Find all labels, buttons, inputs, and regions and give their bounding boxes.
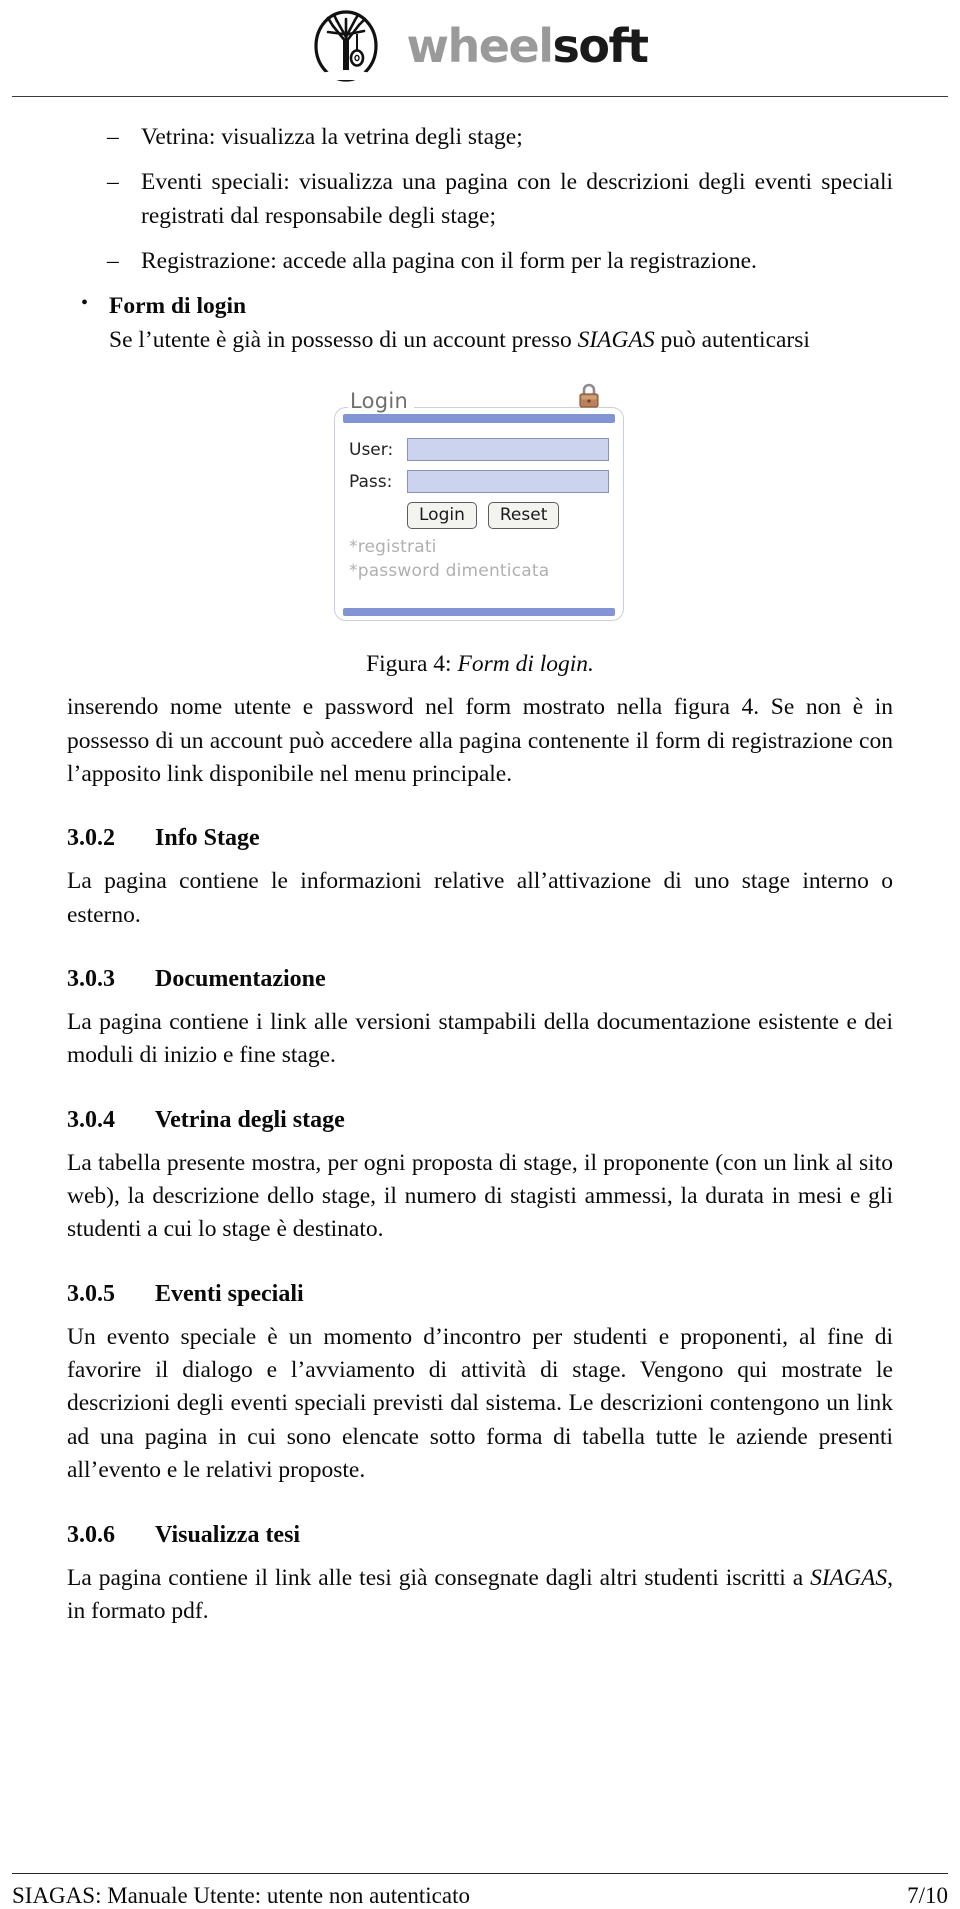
logo-wordmark: wheel soft <box>406 19 649 73</box>
login-accent-bar-top <box>343 414 615 424</box>
list-item: Eventi speciali: visualizza una pagina c… <box>107 166 893 233</box>
login-form-box: User: Pass: Login Reset *registrati *pas… <box>334 407 624 622</box>
user-label: User: <box>349 439 394 460</box>
section-number: 3.0.3 <box>67 965 115 992</box>
register-link[interactable]: *registrati <box>349 537 609 557</box>
section-body-3-0-4: La tabella presente mostra, per ogni pro… <box>67 1149 893 1243</box>
footer-document-title: SIAGAS: Manuale Utente: utente non auten… <box>12 1883 470 1908</box>
section-title: Eventi speciali <box>155 1280 304 1307</box>
pass-row: Pass: <box>349 470 609 494</box>
section-heading-3-0-5: 3.0.5 Eventi speciali <box>67 1281 893 1308</box>
section-body-3-0-6: La pagina contiene il link alle tesi già… <box>67 1562 893 1629</box>
forgot-password-link[interactable]: *password dimenticata <box>349 561 609 581</box>
login-button[interactable]: Login <box>407 502 477 530</box>
intro-dash-list: Vetrina: visualizza la vetrina degli sta… <box>67 121 893 279</box>
section-title: Vetrina degli stage <box>155 1106 345 1133</box>
figure-caption-prefix: Figura 4: <box>366 651 452 678</box>
pass-label: Pass: <box>349 471 393 492</box>
section-number: 3.0.6 <box>67 1521 115 1548</box>
login-accent-bar-bottom <box>343 608 615 617</box>
after-figure-paragraph: inserendo nome utente e password nel for… <box>67 694 893 787</box>
list-item: Registrazione: accede alla pagina con il… <box>107 245 893 279</box>
padlock-icon <box>576 381 602 411</box>
login-form-rows: User: Pass: Login Reset *registrati *pas… <box>335 438 623 581</box>
footer-row: SIAGAS: Manuale Utente: utente non auten… <box>12 1874 948 1909</box>
reset-button[interactable]: Reset <box>487 502 560 530</box>
section-number: 3.0.2 <box>67 825 115 852</box>
page-content: Vetrina: visualizza la vetrina degli sta… <box>67 97 893 1628</box>
form-login-bullet-list: Form di login Se l’utente è già in posse… <box>67 289 893 357</box>
logo-word-wheel: wheel <box>406 19 554 73</box>
siagas-term: SIAGAS <box>810 1564 888 1591</box>
login-form-screenshot: Login User: Pass: Login Reset *registrat… <box>334 383 626 625</box>
section-title: Visualizza tesi <box>155 1521 301 1548</box>
section-number: 3.0.5 <box>67 1280 115 1307</box>
figure-caption-title: Form di login. <box>457 651 594 678</box>
section-body-3-0-5: Un evento speciale è un momento d’incont… <box>67 1323 893 1484</box>
list-item: Form di login Se l’utente è già in posse… <box>81 289 893 357</box>
section-body-3-0-3: La pagina contiene i link alle versioni … <box>67 1008 893 1069</box>
figure-login-form: Login User: Pass: Login Reset *registrat… <box>67 383 893 678</box>
footer-page-number: 7/10 <box>907 1883 948 1908</box>
section-body-3-0-2: La pagina contiene le informazioni relat… <box>67 868 893 928</box>
logo-word-soft: soft <box>552 19 648 73</box>
section-title: Documentazione <box>155 965 326 992</box>
pass-input[interactable] <box>407 470 609 494</box>
form-login-text-after: può autenticarsi <box>654 326 810 353</box>
section-body-before-italic: La pagina contiene il link alle tesi già… <box>67 1564 811 1591</box>
login-form-buttons: Login Reset <box>349 502 609 530</box>
section-heading-3-0-2: 3.0.2 Info Stage <box>67 825 893 852</box>
section-heading-3-0-6: 3.0.6 Visualizza tesi <box>67 1522 893 1549</box>
login-form-title: Login <box>348 389 415 414</box>
list-item: Vetrina: visualizza la vetrina degli sta… <box>107 121 893 155</box>
page-header: wheel soft <box>0 0 960 84</box>
document-page: wheelsoft Vetrina: visualizza la vetrina… <box>0 0 960 1909</box>
siagas-term: SIAGAS <box>577 326 655 353</box>
tree-with-tire-swing-logo <box>313 10 379 82</box>
user-input[interactable] <box>407 438 609 462</box>
section-number: 3.0.4 <box>67 1106 115 1133</box>
form-login-heading: Form di login <box>109 293 247 320</box>
section-title: Info Stage <box>155 825 260 852</box>
section-heading-3-0-3: 3.0.3 Documentazione <box>67 966 893 993</box>
user-row: User: <box>349 438 609 462</box>
section-heading-3-0-4: 3.0.4 Vetrina degli stage <box>67 1107 893 1134</box>
page-footer: SIAGAS: Manuale Utente: utente non auten… <box>0 1873 960 1909</box>
figure-caption: Figura 4: Form di login. <box>366 651 594 678</box>
form-login-text-before: Se l’utente è già in possesso di un acco… <box>109 326 578 353</box>
